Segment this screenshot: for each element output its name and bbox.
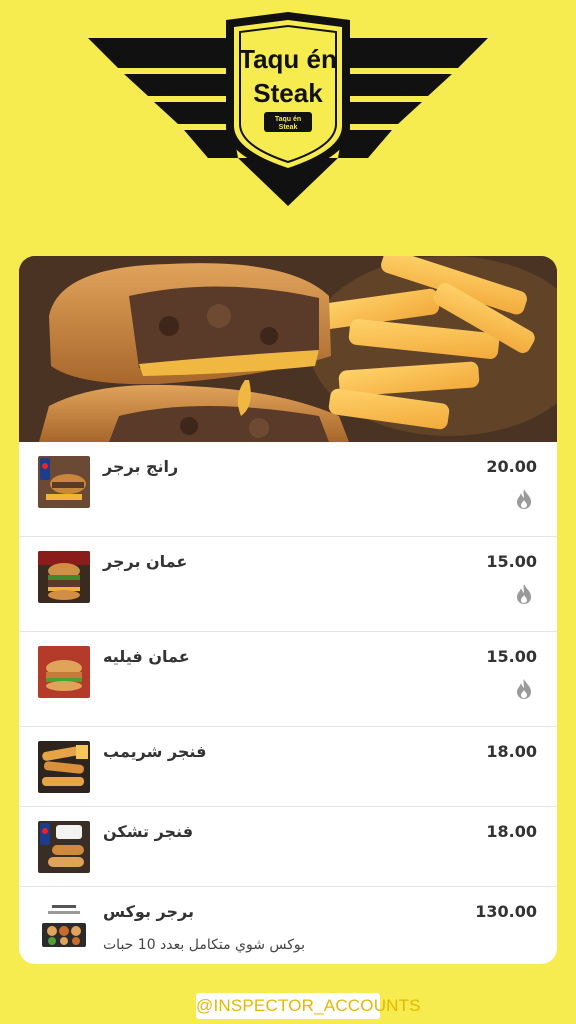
logo-small-line1: Taqu én bbox=[275, 116, 301, 123]
item-name: فنجر تشكن bbox=[103, 822, 194, 841]
spicy-flame-icon bbox=[517, 489, 531, 509]
item-name: برجر بوكس bbox=[103, 902, 194, 921]
hero-food-image bbox=[19, 256, 557, 442]
item-price: 15.00 bbox=[486, 647, 537, 666]
menu-item[interactable]: رانج برجر 20.00 bbox=[19, 442, 557, 537]
menu-item[interactable]: فنجر شريمب 18.00 bbox=[19, 727, 557, 807]
item-price: 18.00 bbox=[486, 742, 537, 761]
instagram-handle-sticker: @INSPECTOR_ACCOUNTS bbox=[196, 993, 421, 1019]
item-description: بوكس شوي متكامل بعدد 10 حبات bbox=[103, 937, 306, 953]
chicken-fingers-photo-icon bbox=[38, 821, 90, 873]
item-name: فنجر شريمب bbox=[103, 742, 207, 761]
item-price: 130.00 bbox=[475, 902, 537, 921]
item-name: عمان برجر bbox=[103, 552, 188, 571]
spicy-flame-icon bbox=[517, 679, 531, 699]
item-name: عمان فيليه bbox=[103, 647, 190, 666]
menu-item[interactable]: عمان فيليه 15.00 bbox=[19, 632, 557, 727]
logo-line2: Steak bbox=[253, 78, 323, 108]
item-price: 20.00 bbox=[486, 457, 537, 476]
menu-card: رانج برجر 20.00 عمان برجر 15.00 عمان فيل… bbox=[19, 256, 557, 964]
spicy-flame-icon bbox=[517, 584, 531, 604]
logo-small-line2: Steak bbox=[279, 124, 298, 131]
wings-shield-logo-icon: Taqu én Steak Taqu én Steak bbox=[88, 12, 488, 206]
brand-logo: Taqu én Steak Taqu én Steak bbox=[88, 8, 488, 208]
shrimp-fingers-photo-icon bbox=[38, 741, 90, 793]
burger-combo-photo-icon bbox=[38, 456, 90, 508]
menu-item[interactable]: فنجر تشكن 18.00 bbox=[19, 807, 557, 887]
burger-box-photo-icon bbox=[38, 901, 90, 953]
burger-photo-icon bbox=[38, 551, 90, 603]
item-name: رانج برجر bbox=[103, 457, 179, 476]
menu-item[interactable]: برجر بوكس 130.00 بوكس شوي متكامل بعدد 10… bbox=[19, 887, 557, 964]
menu-item[interactable]: عمان برجر 15.00 bbox=[19, 537, 557, 632]
item-price: 18.00 bbox=[486, 822, 537, 841]
item-price: 15.00 bbox=[486, 552, 537, 571]
fillet-sandwich-photo-icon bbox=[38, 646, 90, 698]
logo-line1: Taqu én bbox=[239, 44, 337, 74]
